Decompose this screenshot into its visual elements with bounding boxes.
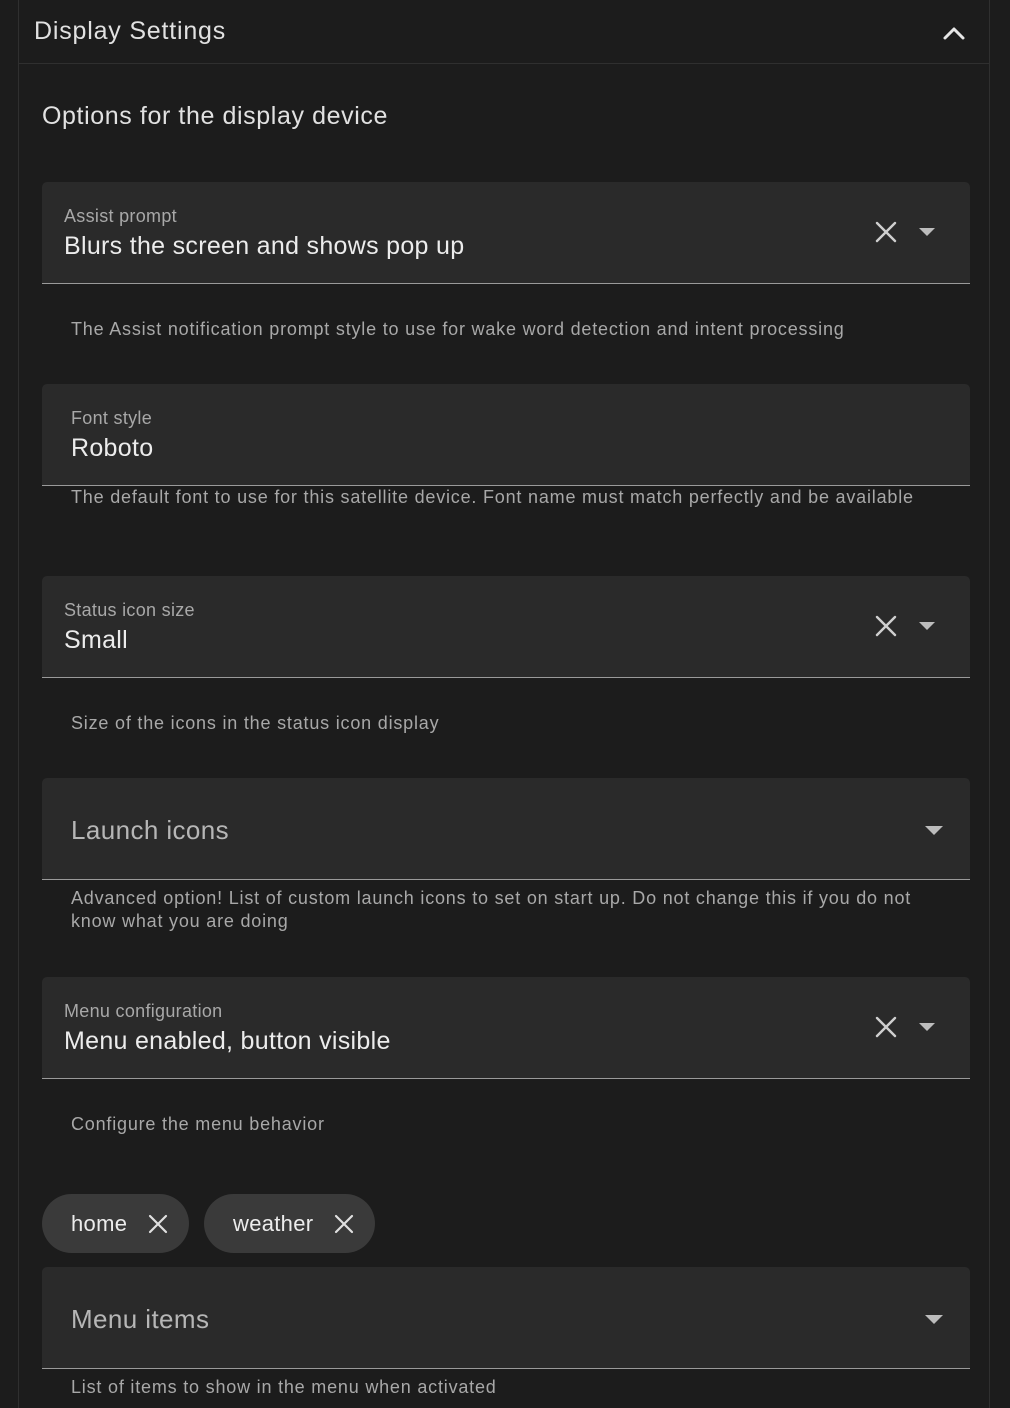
close-icon[interactable] [874, 220, 898, 244]
field-placeholder: Menu items [71, 1304, 210, 1334]
font-style-helper: The default font to use for this satelli… [71, 487, 914, 507]
field-label: Menu configuration [64, 1001, 223, 1021]
close-icon[interactable] [874, 1015, 898, 1039]
status-icon-size-select[interactable]: Status icon size Small [42, 576, 970, 678]
launch-icons-select[interactable]: Launch icons [42, 778, 970, 880]
field-value: Blurs the screen and shows pop up [64, 232, 465, 260]
field-label: Font style [71, 408, 153, 428]
status-icon-size-helper: Size of the icons in the status icon dis… [71, 713, 440, 733]
caret-down-icon[interactable] [919, 228, 935, 236]
chevron-up-icon[interactable] [941, 20, 967, 46]
caret-down-icon[interactable] [919, 1023, 935, 1031]
menu-items-helper: List of items to show in the menu when a… [71, 1377, 497, 1397]
caret-down-icon[interactable] [919, 622, 935, 630]
field-label: Assist prompt [64, 206, 177, 226]
close-icon[interactable] [147, 1213, 169, 1235]
chip-label: home [71, 1210, 128, 1236]
menu-configuration-helper: Configure the menu behavior [71, 1114, 325, 1134]
field-placeholder: Launch icons [71, 815, 230, 845]
close-icon[interactable] [874, 614, 898, 638]
section-description: Options for the display device [42, 102, 388, 130]
assist-prompt-select[interactable]: Assist prompt Blurs the screen and shows… [42, 182, 970, 284]
menu-items-select[interactable]: Menu items [42, 1267, 970, 1369]
caret-down-icon[interactable] [925, 826, 943, 835]
panel-header[interactable]: Display Settings [19, 0, 989, 64]
menu-configuration-select[interactable]: Menu configuration Menu enabled, button … [42, 977, 970, 1079]
menu-item-chip-home[interactable]: home [42, 1194, 189, 1253]
font-style-input[interactable]: Font style Roboto [42, 384, 970, 486]
field-value: Roboto [71, 434, 154, 462]
menu-item-chip-weather[interactable]: weather [204, 1194, 375, 1253]
display-settings-panel: Display Settings Options for the display… [18, 0, 990, 1408]
close-icon[interactable] [333, 1213, 355, 1235]
field-label: Status icon size [64, 600, 195, 620]
launch-icons-helper: Advanced option! List of custom launch i… [71, 888, 912, 931]
assist-prompt-helper: The Assist notification prompt style to … [71, 319, 845, 339]
field-value: Menu enabled, button visible [64, 1027, 391, 1055]
field-value: Small [64, 626, 129, 654]
caret-down-icon[interactable] [925, 1315, 943, 1324]
panel-title: Display Settings [34, 17, 227, 45]
chip-label: weather [233, 1210, 314, 1236]
